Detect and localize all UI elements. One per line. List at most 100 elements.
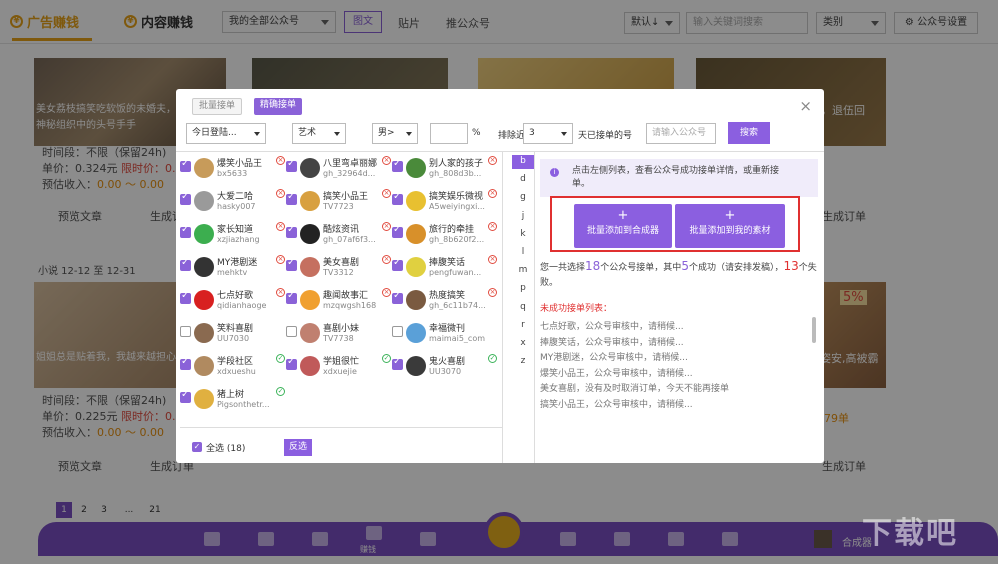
account-checkbox[interactable] [286, 191, 297, 205]
account-item[interactable]: 捧腹笑话pengfuwan... × [392, 254, 498, 280]
tab-batch-order[interactable]: 批量接单 [192, 98, 243, 115]
account-item[interactable]: 幸福微刊 maimai5_com [392, 320, 498, 346]
fail-list-title: 未成功接单列表： [540, 304, 613, 314]
account-checkbox[interactable] [180, 389, 191, 403]
add-to-combiner-button[interactable]: + 批量添加到合成器 [574, 204, 672, 248]
account-item[interactable]: 鬼火喜剧UU3070 ✓ [392, 353, 498, 379]
account-checkbox[interactable] [392, 224, 403, 238]
account-checkbox[interactable] [392, 290, 403, 304]
account-item[interactable]: 猪上树Pigsonthetr... ✓ [180, 386, 286, 412]
account-item[interactable]: 七点好歌qidianhaoge × [180, 287, 286, 313]
letter-l[interactable]: l [514, 247, 532, 257]
fail-list-item[interactable]: 捧腹笑话，公众号审核中，请稍候... [540, 335, 684, 348]
fail-list-item[interactable]: MY港剧迷，公众号审核中，请稍候... [540, 350, 688, 363]
account-item[interactable]: 别人家的孩子gh_808d3b... × [392, 155, 498, 181]
account-id: gh_808d3b... [429, 169, 482, 178]
letter-g[interactable]: g [514, 192, 532, 202]
summary-pre: 您一共选择 [540, 263, 586, 273]
account-item[interactable]: 学段社区xdxueshu ✓ [180, 353, 286, 379]
account-checkbox[interactable] [392, 326, 403, 337]
search-button[interactable]: 搜索 [728, 122, 770, 144]
account-checkbox[interactable] [286, 290, 297, 304]
account-name: 趣闻故事汇 [323, 291, 369, 301]
account-avatar [406, 191, 426, 211]
account-avatar [194, 323, 214, 343]
account-checkbox[interactable] [180, 326, 191, 337]
account-name: 大爱二哈 [217, 192, 254, 202]
account-item[interactable]: 学姐很忙xdxuejie ✓ [286, 353, 392, 379]
account-item[interactable]: 大爱二哈hasky007 × [180, 188, 286, 214]
fail-list-item[interactable]: 爆笑小品王，公众号审核中，请稍候... [540, 366, 693, 379]
close-icon[interactable]: × [799, 97, 812, 115]
account-item[interactable]: MY港剧迷mehktv × [180, 254, 286, 280]
exclude-days-select[interactable]: 3 [523, 123, 573, 144]
account-item[interactable]: 喜剧小妹 TV7738 [286, 320, 392, 346]
add-to-material-label: 批量添加到我的素材 [689, 226, 771, 236]
account-item[interactable]: 热度搞笑gh_6c11b74...× [392, 287, 498, 313]
account-checkbox[interactable] [180, 224, 191, 238]
fail-status-icon: × [488, 255, 497, 264]
account-item[interactable]: 旅行的牵挂gh_8b620f2...× [392, 221, 498, 247]
letter-b[interactable]: b [514, 156, 532, 166]
account-id: pengfuwan... [429, 268, 482, 277]
account-checkbox[interactable] [392, 356, 403, 370]
letter-r[interactable]: r [514, 320, 532, 330]
letter-q[interactable]: q [514, 302, 532, 312]
letter-d[interactable]: d [514, 174, 532, 184]
fail-status-icon: × [382, 156, 391, 165]
scrollbar[interactable] [812, 317, 816, 343]
fail-list-item[interactable]: 美女喜剧，没有及时取消订单，今天不能再接单 [540, 381, 729, 394]
account-item[interactable]: 搞笑娱乐微视A5weiyingxi...× [392, 188, 498, 214]
letter-x[interactable]: x [514, 338, 532, 348]
letter-z[interactable]: z [514, 356, 532, 366]
account-checkbox[interactable] [286, 257, 297, 271]
letter-j[interactable]: j [514, 211, 532, 221]
account-avatar [300, 191, 320, 211]
account-checkbox[interactable] [392, 158, 403, 172]
account-name: 学姐很忙 [323, 357, 360, 367]
fail-status-icon: × [382, 222, 391, 231]
account-item[interactable]: 笑料喜剧 UU7030 [180, 320, 286, 346]
account-name: 八里弯卓丽娜 [323, 159, 378, 169]
account-item[interactable]: 爆笑小品王bx5633 × [180, 155, 286, 181]
account-item[interactable]: 搞笑小品王TV7723 × [286, 188, 392, 214]
tab-precise-order[interactable]: 精确接单 [254, 98, 303, 115]
account-name: 猪上树 [217, 390, 245, 400]
fail-status-icon: × [276, 156, 285, 165]
account-search-input[interactable]: 请输入公众号 [646, 123, 716, 144]
account-checkbox[interactable] [392, 257, 403, 271]
divider [176, 151, 824, 152]
account-checkbox[interactable] [180, 257, 191, 271]
percent-input[interactable] [430, 123, 468, 144]
account-checkbox[interactable] [286, 356, 297, 370]
account-item[interactable]: 家长知道xzjiazhang × [180, 221, 286, 247]
letter-k[interactable]: k [514, 229, 532, 239]
account-id: xdxueshu [217, 367, 256, 376]
letter-p[interactable]: p [514, 283, 532, 293]
account-checkbox[interactable] [286, 224, 297, 238]
account-item[interactable]: 美女喜剧TV3312 × [286, 254, 392, 280]
letter-m[interactable]: m [514, 265, 532, 275]
account-checkbox[interactable] [392, 191, 403, 205]
account-checkbox[interactable] [286, 326, 297, 337]
select-all-checkbox[interactable]: ✓ [192, 442, 202, 452]
login-filter-select[interactable]: 今日登陆... [186, 123, 266, 144]
success-status-icon: ✓ [276, 354, 285, 363]
gender-filter-select[interactable]: 男> [372, 123, 418, 144]
category-filter-select[interactable]: 艺术 [292, 123, 346, 144]
account-item[interactable]: 八里弯卓丽娜gh_32964d... × [286, 155, 392, 181]
account-name: 鬼火喜剧 [429, 357, 466, 367]
account-checkbox[interactable] [180, 191, 191, 205]
account-checkbox[interactable] [180, 290, 191, 304]
account-item[interactable]: 趣闻故事汇mzqwgsh168 × [286, 287, 392, 313]
fail-list-item[interactable]: 搞笑小品王，公众号审核中，请稍候... [540, 397, 693, 410]
account-item[interactable]: 酷炫资讯gh_07af6f3... × [286, 221, 392, 247]
account-checkbox[interactable] [286, 158, 297, 172]
add-to-material-button[interactable]: + 批量添加到我的素材 [675, 204, 785, 248]
fail-list-item[interactable]: 七点好歌，公众号审核中，请稍候... [540, 319, 684, 332]
account-checkbox[interactable] [180, 356, 191, 370]
invert-selection-button[interactable]: 反选 [284, 439, 312, 456]
summary-mid: 个公众号接单，其中 [600, 263, 682, 273]
account-checkbox[interactable] [180, 158, 191, 172]
account-id: mzqwgsh168 [323, 301, 377, 310]
